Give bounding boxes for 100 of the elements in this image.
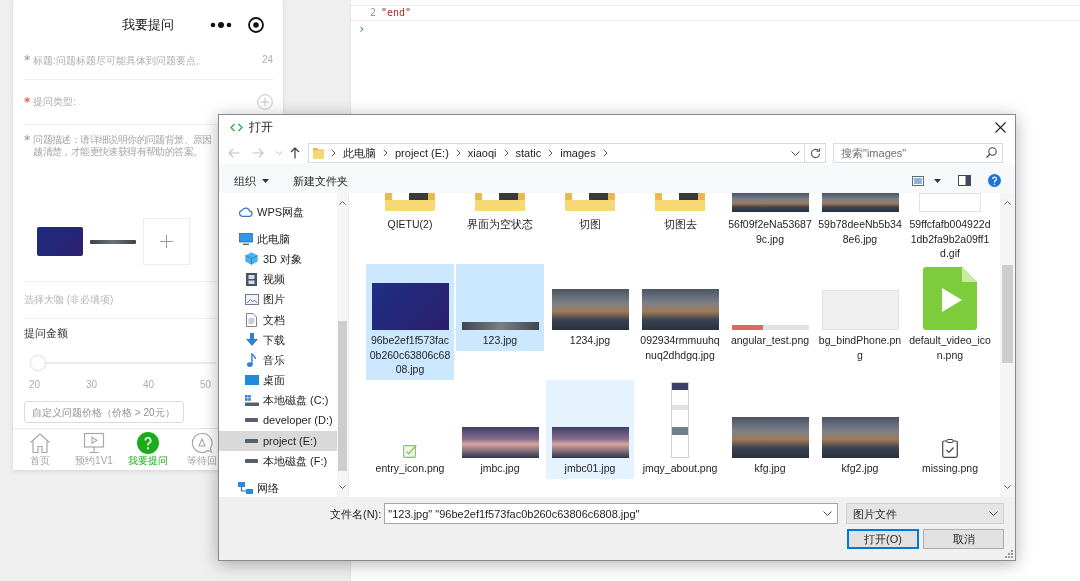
picture-icon: [244, 293, 259, 305]
file-item[interactable]: 56f09f2eNa536879c.jpg: [726, 193, 814, 249]
console-prompt[interactable]: ›: [358, 23, 366, 35]
file-name-field[interactable]: "123.jpg" "96be2ef1f573fac0b260c63806c6808.jpg": [384, 503, 839, 524]
folder-icon: [313, 147, 324, 159]
scroll-up-icon[interactable]: [1004, 201, 1011, 205]
resize-grip-icon[interactable]: [1005, 550, 1013, 558]
file-type-dropdown[interactable]: 图片文件: [846, 503, 1004, 524]
monitor-icon: [238, 232, 253, 245]
refresh-button[interactable]: [805, 143, 826, 163]
code-brackets-icon: [230, 122, 243, 132]
nav-item[interactable]: 音乐: [219, 349, 337, 370]
system-drive-icon: [244, 394, 259, 406]
film-icon: [246, 272, 257, 286]
close-icon[interactable]: [995, 121, 1006, 133]
nav-item[interactable]: 网络: [219, 477, 337, 497]
file-item[interactable]: 界面为空状态: [456, 193, 544, 235]
file-item[interactable]: kfg.jpg: [726, 380, 814, 479]
file-item[interactable]: 59ffcfafb004922d1db2fa9b2a09ff1d.gif: [906, 193, 994, 264]
dialog-button[interactable]: 打开(O): [847, 529, 919, 549]
breadcrumb-item[interactable]: 此电脑: [343, 146, 376, 160]
nav-item[interactable]: developer (D:): [219, 410, 337, 431]
clipboard-icon: [942, 439, 958, 458]
cube-icon: [245, 252, 258, 266]
more-icon[interactable]: [210, 22, 232, 28]
nav-item[interactable]: 下载: [219, 329, 337, 350]
file-item[interactable]: 1234.jpg: [546, 264, 634, 351]
scroll-down-icon[interactable]: [1004, 485, 1011, 489]
question-circle-icon: [137, 432, 159, 454]
view-icon[interactable]: [912, 175, 924, 186]
file-item[interactable]: 123.jpg: [456, 264, 544, 351]
chevron-icon[interactable]: [602, 149, 608, 157]
preview-pane-icon[interactable]: [958, 175, 971, 186]
tick-label: 50: [200, 379, 212, 390]
breadcrumb-item[interactable]: xiaoqi: [467, 146, 497, 160]
file-item[interactable]: jmbc01.jpg: [546, 380, 634, 479]
title-input[interactable]: 标题:问题标题尽可能具体到问题要点。: [33, 53, 256, 67]
menu-button[interactable]: 组织: [234, 170, 269, 191]
caret-icon[interactable]: [791, 150, 800, 156]
file-item[interactable]: angular_test.png: [726, 264, 814, 351]
scrollbar-thumb[interactable]: [338, 321, 347, 471]
caret-icon[interactable]: [934, 178, 941, 183]
file-item[interactable]: entry_icon.png: [366, 380, 454, 479]
file-item[interactable]: QIETU(2): [366, 193, 454, 235]
file-item[interactable]: jmqy_about.png: [636, 380, 724, 479]
scrollbar[interactable]: [1000, 193, 1015, 497]
required-mark: *: [24, 96, 31, 108]
slider-thumb[interactable]: [30, 355, 46, 371]
file-item[interactable]: 切图: [546, 193, 634, 235]
tick-label: 30: [86, 379, 98, 390]
address-bar[interactable]: 此电脑 project (E:) xiaoqi static images: [308, 143, 805, 163]
drive-icon: [245, 438, 258, 443]
search-icon[interactable]: [986, 147, 997, 158]
breadcrumb-item[interactable]: static: [515, 146, 542, 160]
nav-item[interactable]: 视频: [219, 269, 337, 290]
nav-item[interactable]: 文档: [219, 309, 337, 330]
nav-item[interactable]: 桌面: [219, 370, 337, 391]
caret-icon: [989, 511, 998, 516]
file-item[interactable]: bg_bindPhone.png: [816, 264, 904, 365]
chevron-icon[interactable]: [455, 149, 461, 157]
file-item[interactable]: kfg2.jpg: [816, 380, 904, 479]
scroll-down-icon[interactable]: [339, 485, 346, 489]
up-arrow-icon[interactable]: [290, 147, 300, 159]
caret-icon[interactable]: [823, 511, 833, 516]
line-number: 2: [370, 7, 377, 19]
nav-item[interactable]: project (E:): [219, 430, 337, 451]
document-icon: [246, 312, 257, 327]
chevron-icon[interactable]: [548, 149, 554, 157]
nav-item[interactable]: 图片: [219, 289, 337, 310]
help-icon[interactable]: [988, 174, 1001, 187]
chevron-icon[interactable]: [331, 149, 336, 157]
download-arrow-icon: [245, 333, 258, 347]
nav-item[interactable]: 此电脑: [219, 228, 337, 249]
breadcrumb-item[interactable]: project (E:): [395, 146, 449, 160]
price-input[interactable]: 自定义问题价格（价格 > 20元）: [24, 401, 184, 423]
file-item[interactable]: 59b78deeNb5b348e6.jpg: [816, 193, 904, 249]
file-item[interactable]: default_video_icon.png: [906, 264, 994, 365]
target-icon[interactable]: [248, 17, 264, 33]
section-label: 提问金额: [24, 326, 68, 340]
scroll-up-icon[interactable]: [339, 201, 346, 205]
chevron-icon[interactable]: [503, 149, 509, 157]
placeholder-text: 越清楚，才能更快速获得有帮助的答案。: [33, 146, 203, 158]
breadcrumb-item[interactable]: images: [560, 146, 596, 160]
nav-item[interactable]: WPS网盘: [219, 202, 337, 223]
scrollbar[interactable]: [337, 193, 348, 497]
search-field[interactable]: 搜索"images": [833, 143, 1003, 163]
scrollbar-thumb[interactable]: [1002, 265, 1013, 363]
page-title: 我要提问: [122, 17, 174, 33]
tick-label: 20: [29, 379, 41, 390]
file-item[interactable]: 切图去: [636, 193, 724, 235]
toolbar-button[interactable]: 新建文件夹: [293, 170, 348, 191]
dialog-button[interactable]: 取消: [923, 529, 1004, 549]
file-item[interactable]: missing.png: [906, 380, 994, 479]
nav-item[interactable]: 本地磁盘 (C:): [219, 390, 337, 411]
nav-item[interactable]: 3D 对象: [219, 248, 337, 270]
refresh-icon: [809, 147, 821, 159]
chevron-icon[interactable]: [383, 149, 388, 157]
file-item[interactable]: 96be2ef1f573fac0b260c63806c6808.jpg: [366, 264, 454, 380]
file-item[interactable]: 092934rmmuuhqnuq2dhdgq.jpg: [636, 264, 724, 365]
file-item[interactable]: jmbc.jpg: [456, 380, 544, 479]
